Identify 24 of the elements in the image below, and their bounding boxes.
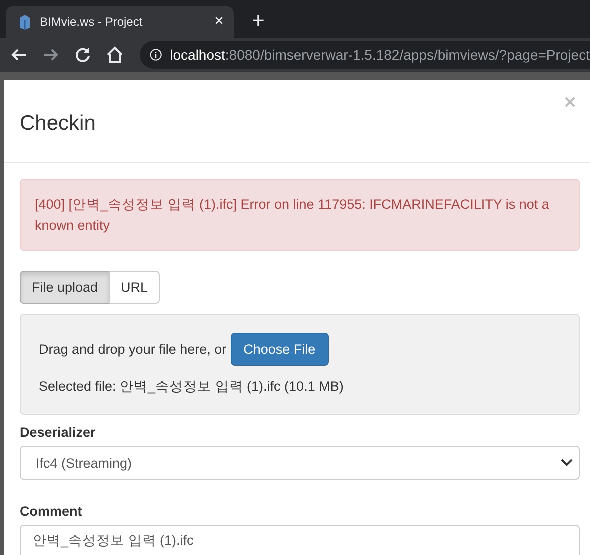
address-bar[interactable]: localhost:8080/bimserverwar-1.5.182/apps/bimviews/?page=Project <box>140 41 590 69</box>
error-alert: [400] [안벽_속성정보 입력 (1).ifc] Error on line 117955: IFCMARINEFACILITY is not a known entity <box>20 179 580 251</box>
deserializer-select[interactable]: Ifc4 (Streaming) <box>20 446 580 480</box>
tab-title: BIMvie.ws - Project <box>40 15 144 29</box>
field-label: Comment <box>20 504 84 519</box>
browser-tab[interactable]: BIMvie.ws - Project × <box>6 6 234 38</box>
close-tab-button[interactable]: × <box>214 13 224 31</box>
comment-field[interactable]: 안벽_속성정보 입력 (1).ifc <box>20 525 580 555</box>
reload-icon[interactable] <box>74 46 92 64</box>
url-path: :8080/bimserverwar-1.5.182/apps/bimviews/?page=Project <box>225 47 590 63</box>
source-tab[interactable]: URL <box>109 271 160 304</box>
url-host: localhost <box>170 47 226 63</box>
drop-zone[interactable]: Drag and drop your file here, or Choose File Selected file: 안벽_속성정보 입력 (1).ifc (10.1 MB) <box>20 314 580 415</box>
choose-file-button[interactable]: Choose File <box>230 333 329 366</box>
building-icon <box>18 14 32 30</box>
field-label: Deserializer <box>20 425 97 440</box>
source-tab[interactable]: File upload <box>20 271 110 304</box>
chevron-icon <box>561 459 573 467</box>
drop-prompt: Drag and drop your file here, or <box>39 342 227 357</box>
dialog-title: Checkin <box>20 112 96 136</box>
new-tab-button[interactable]: + <box>252 8 265 34</box>
info-icon <box>150 47 162 63</box>
home-icon[interactable] <box>106 46 124 64</box>
selected-file: Selected file: 안벽_속성정보 입력 (1).ifc (10.1 MB) <box>39 378 345 396</box>
